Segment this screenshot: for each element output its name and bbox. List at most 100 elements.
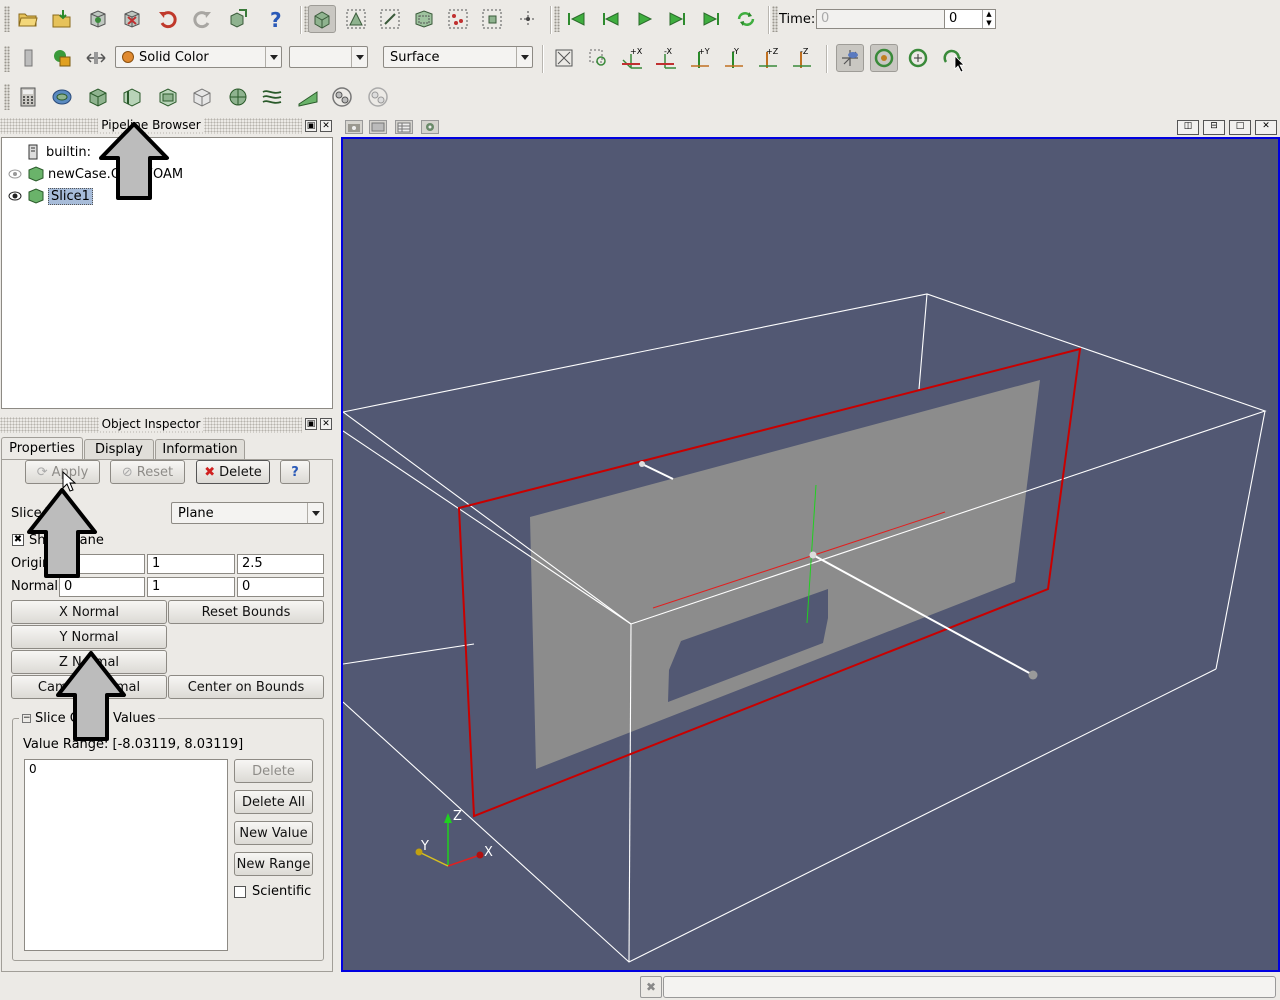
- time-step-spinbox[interactable]: 0 ▲ ▼: [944, 9, 996, 29]
- zoom-to-box-button[interactable]: [584, 44, 612, 72]
- mouse-cursor-icon: [954, 55, 965, 73]
- select-points-through-button[interactable]: [444, 5, 472, 33]
- spreadsheet-view-button[interactable]: [395, 120, 413, 134]
- delete-button[interactable]: ✖ Delete: [196, 460, 270, 484]
- split-horizontal-button[interactable]: ◫: [1177, 120, 1199, 135]
- stream-tracer-button[interactable]: [258, 83, 286, 111]
- origin-y-field[interactable]: 1: [147, 554, 235, 574]
- disconnect-button[interactable]: [118, 5, 146, 33]
- select-cells-through-button[interactable]: [410, 5, 438, 33]
- delete-value-button[interactable]: Delete: [234, 759, 313, 783]
- clip-filter-button[interactable]: [84, 83, 112, 111]
- normal-z-field[interactable]: 0: [237, 577, 324, 597]
- maximize-view-button[interactable]: □: [1229, 120, 1251, 135]
- toggle-color-legend-button[interactable]: [14, 44, 42, 72]
- extract-level-button[interactable]: [364, 83, 392, 111]
- close-panel-button[interactable]: ✕: [320, 120, 332, 132]
- view-minus-x-button[interactable]: -X: [652, 44, 680, 72]
- reset-camera-button[interactable]: [550, 44, 578, 72]
- show-center-button[interactable]: [836, 44, 864, 72]
- center-on-bounds-button[interactable]: Center on Bounds: [168, 675, 324, 699]
- pick-center-rotation-button[interactable]: [904, 44, 932, 72]
- collapse-icon[interactable]: −: [22, 714, 31, 723]
- pipeline-item-builtin[interactable]: builtin:: [28, 143, 91, 161]
- plus-z-axis-icon: +Z: [759, 47, 779, 68]
- visibility-eye-icon[interactable]: [8, 190, 22, 204]
- view-plus-y-button[interactable]: +Y: [686, 44, 714, 72]
- threshold-filter-button[interactable]: [154, 83, 182, 111]
- select-block-button[interactable]: [478, 5, 506, 33]
- split-vertical-button[interactable]: ⊟: [1203, 120, 1225, 135]
- last-frame-button[interactable]: [698, 5, 726, 33]
- extract-subset-button[interactable]: [188, 83, 216, 111]
- first-frame-button[interactable]: [562, 5, 590, 33]
- reset-center-button[interactable]: [870, 44, 898, 72]
- calculator-icon: [20, 87, 36, 107]
- pipeline-item-slice1[interactable]: Slice1: [28, 187, 93, 205]
- component-select[interactable]: [289, 46, 368, 68]
- select-cells-on-button[interactable]: [342, 5, 370, 33]
- normal-x-field[interactable]: 0: [59, 577, 145, 597]
- calculator-filter-button[interactable]: [14, 83, 42, 111]
- reset-bounds-button[interactable]: Reset Bounds: [168, 600, 324, 624]
- contour-icon: [52, 89, 72, 105]
- view-plus-z-button[interactable]: +Z: [754, 44, 782, 72]
- undo-button[interactable]: [154, 5, 182, 33]
- offset-values-list[interactable]: 0: [24, 759, 228, 951]
- coloring-select[interactable]: Solid Color: [115, 46, 282, 68]
- rescale-range-button[interactable]: [82, 44, 110, 72]
- show-plane-checkbox[interactable]: ✖: [12, 534, 24, 546]
- load-state-button[interactable]: [48, 5, 76, 33]
- group-datasets-button[interactable]: [328, 83, 356, 111]
- close-panel-button[interactable]: ✕: [320, 418, 332, 430]
- scientific-checkbox[interactable]: [234, 886, 246, 898]
- tab-properties[interactable]: Properties: [1, 437, 83, 459]
- render-view[interactable]: Z X Y: [341, 137, 1280, 972]
- select-points-on-button[interactable]: [376, 5, 404, 33]
- tab-display[interactable]: Display: [84, 439, 154, 459]
- origin-z-field[interactable]: 2.5: [237, 554, 324, 574]
- connect-button[interactable]: [84, 5, 112, 33]
- help-button[interactable]: ?: [262, 5, 290, 33]
- camera-undo-button[interactable]: [224, 5, 252, 33]
- tab-information[interactable]: Information: [155, 439, 245, 459]
- edit-color-map-button[interactable]: [48, 44, 76, 72]
- toolbar-grip[interactable]: [4, 6, 10, 32]
- close-view-button[interactable]: ✕: [1255, 120, 1277, 135]
- redo-button[interactable]: [188, 5, 216, 33]
- slice-filter-button[interactable]: [118, 83, 146, 111]
- new-range-button[interactable]: New Range: [234, 852, 313, 876]
- list-item[interactable]: 0: [29, 762, 37, 776]
- contour-filter-button[interactable]: [48, 83, 76, 111]
- inspector-help-button[interactable]: ?: [280, 460, 310, 484]
- previous-frame-button[interactable]: [596, 5, 624, 33]
- loop-button[interactable]: [732, 5, 760, 33]
- normal-y-field[interactable]: 1: [147, 577, 235, 597]
- view-minus-y-button[interactable]: -Y: [720, 44, 748, 72]
- interact-mode-button[interactable]: [308, 5, 336, 33]
- view-settings-button[interactable]: [421, 120, 439, 134]
- view-minus-z-button[interactable]: -Z: [788, 44, 816, 72]
- view-plus-x-button[interactable]: +X: [618, 44, 646, 72]
- glyph-filter-button[interactable]: [224, 83, 252, 111]
- reset-button[interactable]: ⊘ Reset: [110, 460, 185, 484]
- warp-vector-button[interactable]: [294, 83, 322, 111]
- open-file-button[interactable]: [14, 5, 42, 33]
- representation-select[interactable]: Surface: [383, 46, 533, 68]
- visibility-eye-icon[interactable]: [8, 168, 22, 182]
- next-frame-button[interactable]: [664, 5, 692, 33]
- play-button[interactable]: [630, 5, 658, 33]
- float-panel-button[interactable]: ▣: [305, 418, 317, 430]
- view-lookmark-button[interactable]: [369, 120, 387, 134]
- delete-all-button[interactable]: Delete All: [234, 790, 313, 814]
- dataset-cube-icon: [28, 188, 44, 204]
- pick-center-button[interactable]: [514, 5, 542, 33]
- x-normal-button[interactable]: X Normal: [11, 600, 167, 624]
- spin-arrows[interactable]: ▲ ▼: [982, 10, 995, 28]
- new-value-button[interactable]: New Value: [234, 821, 313, 845]
- progress-abort-button[interactable]: ✖: [640, 976, 662, 998]
- y-normal-button[interactable]: Y Normal: [11, 625, 167, 649]
- capture-view-button[interactable]: [345, 120, 363, 134]
- slice-type-select[interactable]: Plane: [171, 502, 324, 524]
- float-panel-button[interactable]: ▣: [305, 120, 317, 132]
